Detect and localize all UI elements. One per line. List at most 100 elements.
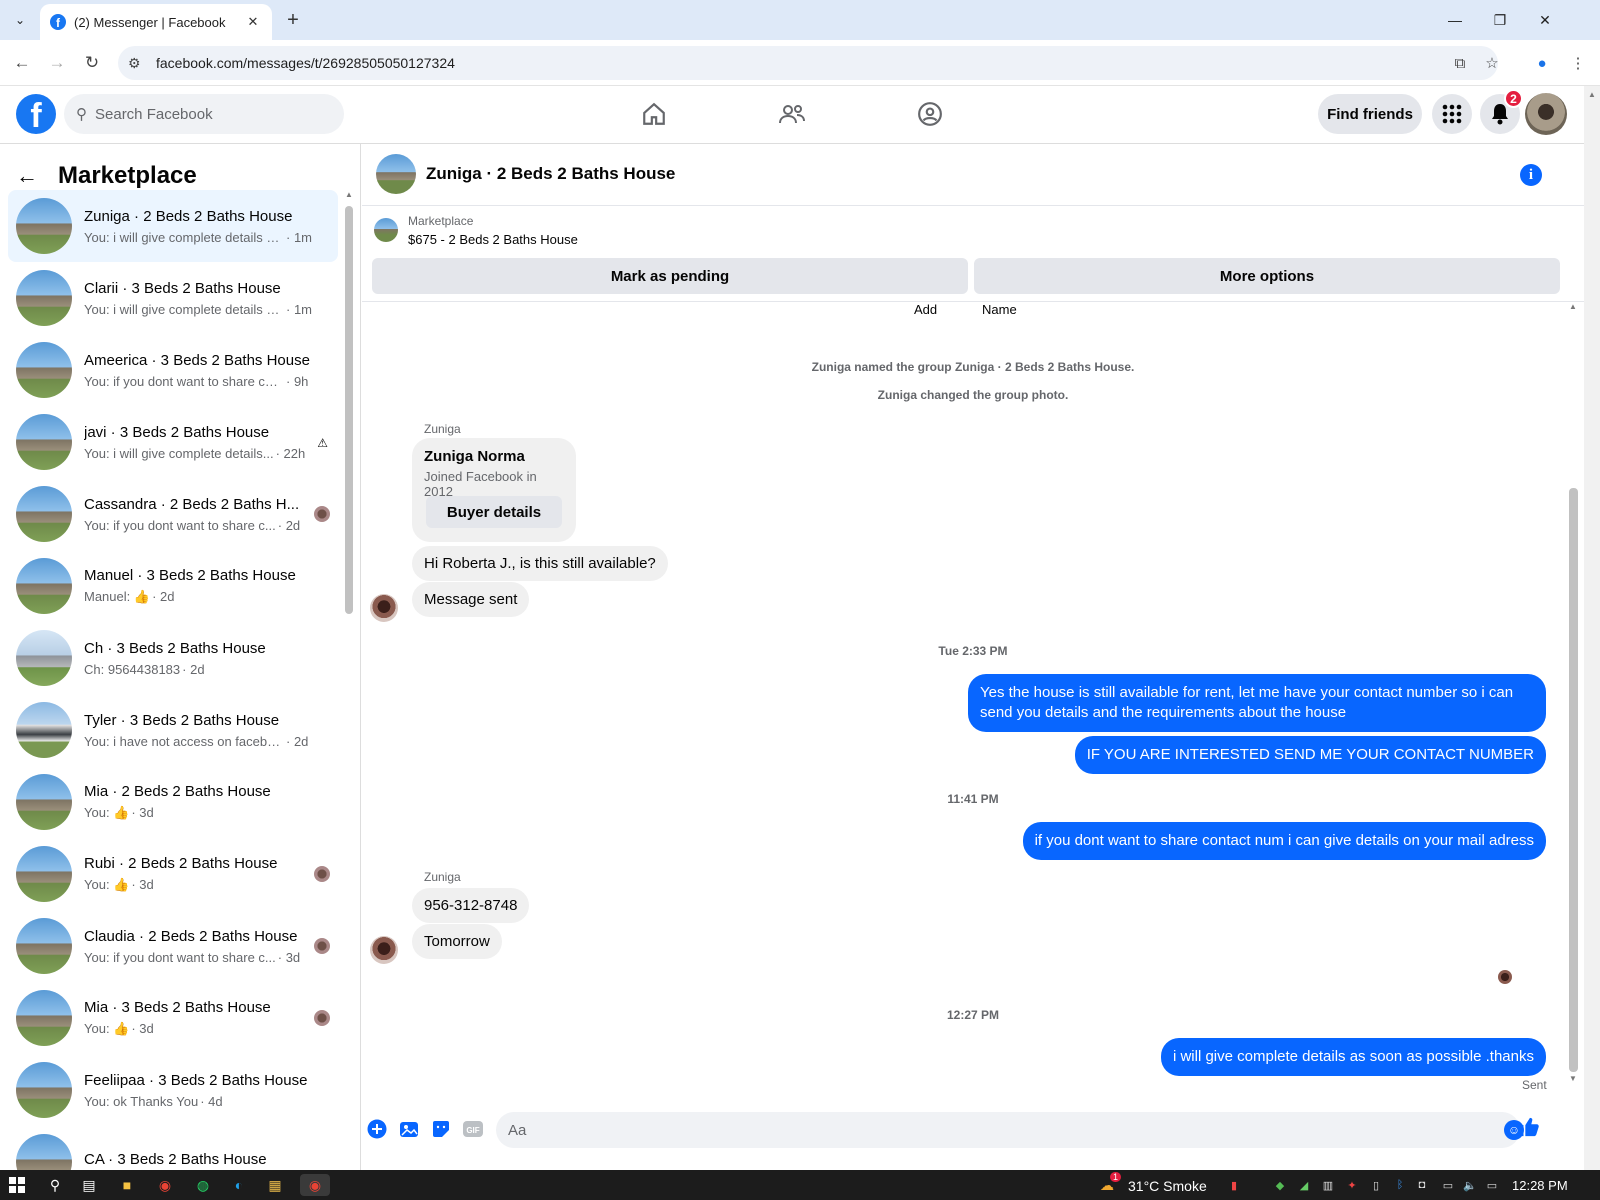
chat-avatar[interactable] xyxy=(376,154,416,194)
conversation-item[interactable]: Manuel · 3 Beds 2 Baths House Manuel: 👍 · … xyxy=(8,550,338,622)
conversation-item[interactable]: Mia · 3 Beds 2 Baths House You: 👍 · 3d xyxy=(8,982,338,1054)
photo-icon[interactable] xyxy=(398,1118,420,1140)
thumbs-up-icon[interactable] xyxy=(1518,1116,1540,1138)
chat-scrollbar[interactable]: ▲ ▼ xyxy=(1566,302,1580,1084)
message-input-box[interactable]: ☺ xyxy=(496,1112,1524,1148)
sidebar-scrollbar[interactable]: ▲ ▼ xyxy=(343,188,355,1170)
mark-as-pending-button[interactable]: Mark as pending xyxy=(372,258,968,294)
search-icon[interactable]: ⚲ xyxy=(44,1174,66,1196)
chrome-icon[interactable]: ◉ xyxy=(154,1174,176,1196)
app-tray-icon[interactable]: ◆ xyxy=(1272,1176,1288,1194)
listing-thumbnail xyxy=(16,990,72,1046)
listing-thumbnail[interactable] xyxy=(374,218,398,242)
conversation-item[interactable]: Mia · 2 Beds 2 Baths House You: 👍 · 3d xyxy=(8,766,338,838)
search-input[interactable] xyxy=(95,105,315,123)
sender-avatar[interactable] xyxy=(370,936,398,964)
usb-icon[interactable]: ▯ xyxy=(1368,1176,1384,1194)
info-icon[interactable]: i xyxy=(1520,164,1542,186)
conversation-item[interactable]: Tyler · 3 Beds 2 Baths House You: i have … xyxy=(8,694,338,766)
incoming-message[interactable]: Message sent xyxy=(412,582,530,617)
file-explorer-icon[interactable]: ■ xyxy=(116,1174,138,1196)
weather-text[interactable]: 31°C Smoke xyxy=(1128,1178,1207,1194)
home-icon[interactable] xyxy=(634,96,674,132)
plus-icon[interactable] xyxy=(366,1118,388,1140)
profile-icon[interactable]: ● xyxy=(1530,51,1554,75)
app-tray-icon[interactable]: ◢ xyxy=(1296,1176,1312,1194)
more-options-button[interactable]: More options xyxy=(974,258,1560,294)
camera-tray-icon[interactable]: ◘ xyxy=(1414,1176,1430,1194)
minimize-button[interactable]: — xyxy=(1440,8,1470,32)
site-info-icon[interactable]: ⚙ xyxy=(128,55,150,72)
search-box[interactable]: ⚲ xyxy=(64,94,344,134)
battery-icon[interactable]: ▭ xyxy=(1484,1176,1500,1194)
back-icon[interactable]: ← xyxy=(10,51,34,75)
bluetooth-icon[interactable]: ᛒ xyxy=(1392,1176,1408,1194)
sender-avatar[interactable] xyxy=(370,594,398,622)
outgoing-message[interactable]: IF YOU ARE INTERESTED SEND ME YOUR CONTA… xyxy=(1074,736,1546,774)
account-avatar[interactable] xyxy=(1525,93,1567,135)
outgoing-message[interactable]: Yes the house is still available for ren… xyxy=(968,674,1546,732)
page-scrollbar[interactable]: ▲ xyxy=(1584,86,1600,1170)
store-icon[interactable]: ▦ xyxy=(264,1174,286,1196)
conversation-item[interactable]: Feeliipaa · 3 Beds 2 Baths House You: ok … xyxy=(8,1054,338,1126)
windows-start-icon[interactable] xyxy=(6,1174,28,1196)
conversation-item[interactable]: Rubi · 2 Beds 2 Baths House You: 👍 · 3d xyxy=(8,838,338,910)
conversation-item[interactable]: Ch · 3 Beds 2 Baths House Ch: 9564438183 ·… xyxy=(8,622,338,694)
chrome-active-icon[interactable]: ◉ xyxy=(300,1174,330,1196)
gif-icon[interactable]: GIF xyxy=(462,1118,484,1140)
install-app-icon[interactable]: ⧉ xyxy=(1448,51,1472,75)
sticker-icon[interactable] xyxy=(430,1118,452,1140)
chart-tray-icon[interactable]: ▥ xyxy=(1320,1176,1336,1194)
outgoing-message[interactable]: if you dont want to share contact num i … xyxy=(1022,822,1546,860)
conversation-item[interactable]: Clarii · 3 Beds 2 Baths House You: i will… xyxy=(8,262,338,334)
incoming-message[interactable]: 956-312-8748 xyxy=(412,888,530,923)
conversation-item[interactable]: javi · 3 Beds 2 Baths House You: i will g… xyxy=(8,406,338,478)
conversation-item[interactable]: Claudia · 2 Beds 2 Baths House You: if yo… xyxy=(8,910,338,982)
browser-menu-icon[interactable]: ⋮ xyxy=(1566,51,1590,75)
close-tab-icon[interactable]: ✕ xyxy=(244,14,262,30)
facebook-logo-icon[interactable]: f xyxy=(16,94,56,134)
bookmark-star-icon[interactable]: ☆ xyxy=(1480,51,1504,75)
menu-grid-icon[interactable] xyxy=(1432,94,1472,134)
network-icon[interactable]: ▭ xyxy=(1440,1176,1456,1194)
task-view-icon[interactable]: ▤ xyxy=(78,1174,100,1196)
new-tab-button[interactable]: + xyxy=(281,8,305,32)
restore-button[interactable]: ❐ xyxy=(1485,8,1515,32)
scroll-up-arrow[interactable]: ▲ xyxy=(345,190,353,199)
groups-icon[interactable] xyxy=(910,96,950,132)
chat-title[interactable]: Zuniga · 2 Beds 2 Baths House xyxy=(426,164,675,184)
incoming-message[interactable]: Tomorrow xyxy=(412,924,502,959)
conversation-item[interactable]: Zuniga · 2 Beds 2 Baths House You: i will… xyxy=(8,190,338,262)
app-tray-icon[interactable]: ✦ xyxy=(1344,1176,1360,1194)
address-bar[interactable]: ⚙ facebook.com/messages/t/26928505050127… xyxy=(118,46,1498,80)
forward-icon[interactable]: → xyxy=(45,51,69,75)
listing-title[interactable]: $675 - 2 Beds 2 Baths House xyxy=(408,232,578,247)
volume-icon[interactable]: 🔈 xyxy=(1462,1176,1478,1194)
conversation-item[interactable]: Ameerica · 3 Beds 2 Baths House You: if y… xyxy=(8,334,338,406)
conversation-item[interactable]: CA · 3 Beds 2 Baths House xyxy=(8,1126,338,1170)
clock-time[interactable]: 12:28 PM xyxy=(1512,1178,1568,1193)
message-input[interactable] xyxy=(508,1121,1468,1139)
outgoing-message[interactable]: i will give complete details as soon as … xyxy=(1160,1038,1546,1076)
edge-icon[interactable]: ◐ xyxy=(228,1174,250,1196)
incoming-message[interactable]: Hi Roberta J., is this still available? xyxy=(412,546,668,581)
scroll-up-arrow[interactable]: ▲ xyxy=(1569,302,1577,311)
friends-icon[interactable] xyxy=(772,96,812,132)
browser-tab-messenger[interactable]: f (2) Messenger | Facebook ✕ xyxy=(40,4,272,40)
tab-list-button[interactable]: ⌄ xyxy=(8,8,32,32)
find-friends-button[interactable]: Find friends xyxy=(1318,94,1422,134)
close-window-button[interactable]: ✕ xyxy=(1530,8,1560,32)
scrollbar-thumb[interactable] xyxy=(1569,488,1578,1072)
scrollbar-thumb[interactable] xyxy=(345,206,353,614)
add-label[interactable]: Add xyxy=(914,302,937,317)
conversation-name: Mia · 3 Beds 2 Baths House xyxy=(84,999,271,1016)
scroll-down-arrow[interactable]: ▼ xyxy=(1569,1074,1577,1083)
conversation-item[interactable]: Cassandra · 2 Beds 2 Baths H... You: if y… xyxy=(8,478,338,550)
timestamp: 12:27 PM xyxy=(946,1008,1000,1022)
whatsapp-icon[interactable]: ◍ xyxy=(192,1174,214,1196)
back-arrow-icon[interactable]: ← xyxy=(16,163,38,189)
buyer-details-button[interactable]: Buyer details xyxy=(426,496,562,528)
name-label[interactable]: Name xyxy=(982,302,1017,317)
antivirus-icon[interactable]: ▮ xyxy=(1226,1176,1242,1194)
reload-icon[interactable]: ↻ xyxy=(80,51,104,75)
